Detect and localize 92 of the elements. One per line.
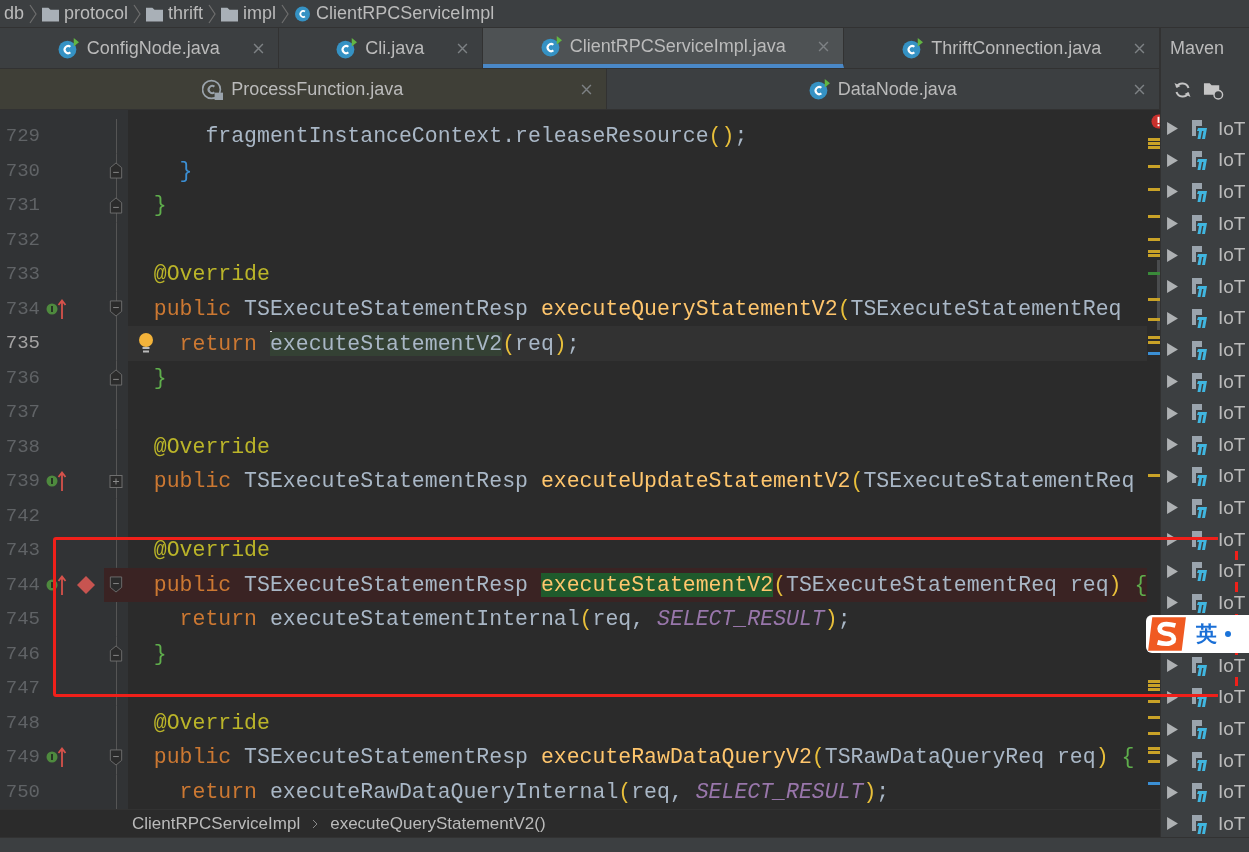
chevron-icon <box>208 2 217 25</box>
code-line: @Override <box>152 538 270 563</box>
fold-icon[interactable] <box>109 196 123 214</box>
breadcrumb-item[interactable]: ClientRPCServiceImpl <box>316 3 495 24</box>
code-line: @Override <box>152 434 270 459</box>
chevron-icon <box>281 2 290 25</box>
expand-arrow-icon[interactable] <box>1167 596 1178 610</box>
breadcrumb-item[interactable]: protocol <box>64 3 129 24</box>
code-line: public TSExecuteStatementResp executeUpdateStatementV2(TSExecuteStatementReq <box>152 469 1135 494</box>
expand-arrow-icon[interactable] <box>1167 817 1178 831</box>
expand-arrow-icon[interactable] <box>1167 533 1178 546</box>
expand-arrow-icon[interactable] <box>1167 122 1178 136</box>
expand-arrow-icon[interactable] <box>1167 691 1178 704</box>
expand-arrow-icon[interactable] <box>1167 438 1178 452</box>
project-name[interactable]: IoT <box>1218 654 1246 677</box>
refresh-icon[interactable] <box>1172 79 1193 100</box>
editor-tab[interactable]: ConfigNode.java <box>0 28 279 68</box>
line-number: 735 <box>4 332 40 355</box>
fold-icon[interactable] <box>109 576 123 594</box>
expand-arrow-icon[interactable] <box>1167 564 1178 578</box>
panel-title: Maven <box>1170 38 1225 59</box>
code-line: public TSExecuteStatementResp executeQueryStatementV2(TSExecuteStatementReq <box>152 296 1122 321</box>
close-icon[interactable] <box>1134 42 1145 54</box>
expand-arrow-icon[interactable] <box>1167 659 1178 673</box>
close-icon[interactable] <box>1134 83 1145 95</box>
expand-arrow-icon[interactable] <box>1167 375 1178 389</box>
breadcrumb-item[interactable]: executeQueryStatementV2() <box>330 813 546 834</box>
expand-arrow-icon[interactable] <box>1167 469 1178 483</box>
code-line: return executeStatementInternal(req, SELECT_RESULT); <box>178 607 851 632</box>
close-icon[interactable] <box>580 83 592 95</box>
close-icon[interactable] <box>252 42 264 54</box>
expand-arrow-icon[interactable] <box>1167 280 1178 294</box>
breadcrumb-item[interactable]: impl <box>243 3 277 24</box>
class-icon <box>57 37 79 59</box>
project-name[interactable]: IoT <box>1218 591 1246 614</box>
editor-tab[interactable]: Cli.java <box>278 28 483 68</box>
breadcrumb-item[interactable]: ClientRPCServiceImpl <box>132 813 301 834</box>
fold-icon[interactable] <box>109 369 123 387</box>
code-line: return executeRawDataQueryInternal(req, SELECT_RESULT); <box>178 779 890 804</box>
expand-arrow-icon[interactable] <box>1167 311 1178 325</box>
code-line: public TSExecuteStatementResp executeRawDataQueryV2(TSRawDataQueryReq req) { <box>152 745 1135 770</box>
fold-icon[interactable] <box>109 748 123 766</box>
close-icon[interactable] <box>456 42 468 54</box>
chevron-icon <box>29 2 38 25</box>
implements-icon[interactable] <box>46 470 68 493</box>
folder-icon <box>42 5 60 22</box>
breadcrumb-item[interactable]: thrift <box>168 3 204 24</box>
expand-arrow-icon[interactable] <box>1167 785 1178 799</box>
expand-arrow-icon[interactable] <box>1167 343 1178 357</box>
folder-icon <box>221 5 239 22</box>
expand-arrow-icon[interactable] <box>1167 754 1178 768</box>
code-line: public TSExecuteStatementResp executeStatementV2(TSExecuteStatementReq req) { <box>152 572 1148 597</box>
expand-arrow-icon[interactable] <box>1167 722 1178 736</box>
class-icon <box>808 78 830 100</box>
expand-arrow-icon[interactable] <box>1167 248 1178 262</box>
input-method-toast[interactable]: 英 <box>1146 615 1249 654</box>
class-icon <box>336 37 358 59</box>
class-icon <box>902 37 924 59</box>
expand-arrow-icon[interactable] <box>1167 153 1178 167</box>
code-line: fragmentInstanceContext.releaseResource(); <box>204 124 748 149</box>
editor-tab[interactable]: ClientRPCServiceImpl.java <box>482 28 845 68</box>
expand-icon[interactable] <box>109 472 123 490</box>
class-icon <box>540 35 562 57</box>
dot-icon <box>1225 631 1231 638</box>
input-method-logo-icon <box>1146 615 1188 654</box>
code-line: @Override <box>152 710 270 735</box>
code-line: } <box>152 641 167 666</box>
implements-icon[interactable] <box>46 573 68 596</box>
lightbulb-icon[interactable] <box>138 332 154 354</box>
folder-icon <box>146 5 164 22</box>
implements-icon[interactable] <box>46 297 68 320</box>
expand-arrow-icon[interactable] <box>1167 217 1178 231</box>
expand-arrow-icon[interactable] <box>1167 501 1178 515</box>
editor-tab[interactable]: ProcessFunction.java <box>0 69 607 109</box>
code-line: } <box>152 365 167 390</box>
chevron-icon <box>312 818 319 829</box>
code-line: } <box>178 158 193 183</box>
implements-icon[interactable] <box>46 746 68 769</box>
fold-icon[interactable] <box>109 300 123 318</box>
breadcrumb-item[interactable]: db <box>4 3 25 24</box>
expand-arrow-icon[interactable] <box>1167 185 1178 199</box>
class-icon <box>294 5 312 22</box>
code-line: } <box>152 193 167 218</box>
fold-icon[interactable] <box>109 645 123 663</box>
fold-icon[interactable] <box>109 162 123 180</box>
locked-class-icon <box>202 78 224 100</box>
expand-arrow-icon[interactable] <box>1167 406 1178 420</box>
chevron-icon <box>133 2 142 25</box>
project-name[interactable]: IoT <box>1218 560 1246 583</box>
code-line: @Override <box>152 262 270 287</box>
breakpoint-icon[interactable] <box>76 574 96 595</box>
editor-tab[interactable]: ThriftConnection.java <box>844 28 1160 68</box>
